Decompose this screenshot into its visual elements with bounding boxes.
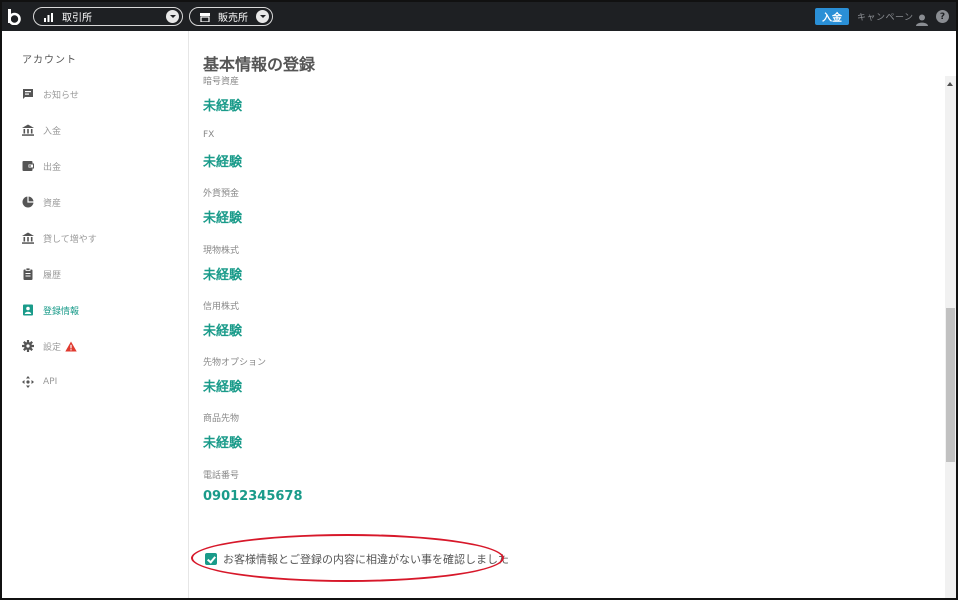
wallet-icon [22, 160, 34, 172]
chevron-down-icon [166, 10, 179, 23]
field-value-phone: 09012345678 [203, 489, 303, 504]
exchange-label: 取引所 [62, 13, 92, 24]
field-label-foreign-deposit: 外貨預金 [203, 189, 240, 199]
sidebar-item-label: 出金 [43, 162, 62, 173]
sidebar-item-label: 設定 [43, 342, 62, 353]
field-value-fx: 未経験 [203, 155, 243, 170]
field-label-spot-stocks: 現物株式 [203, 246, 240, 256]
field-value-crypto: 未経験 [203, 99, 243, 114]
sidebar-item-label: 貸して増やす [43, 234, 97, 245]
exchange-selector[interactable]: 取引所 [33, 7, 183, 26]
campaign-link[interactable]: キャンペーン [857, 10, 914, 23]
user-icon[interactable] [916, 11, 928, 26]
field-value-margin-stocks: 未経験 [203, 324, 243, 339]
sidebar-item-label: 入金 [43, 126, 62, 137]
pie-chart-icon [22, 196, 34, 208]
sidebar-item-assets[interactable]: 資産 [22, 195, 61, 209]
sidebar-item-label: 履歴 [43, 270, 62, 281]
field-value-commodity-futures: 未経験 [203, 436, 243, 451]
sidebar-item-deposit[interactable]: 入金 [22, 123, 61, 137]
field-value-futures-options: 未経験 [203, 380, 243, 395]
main-content: 基本情報の登録 暗号資産 未経験 FX 未経験 外貨預金 未経験 現物株式 未経… [189, 31, 945, 598]
vertical-scrollbar[interactable] [945, 76, 956, 598]
sidebar-item-history[interactable]: 履歴 [22, 267, 61, 281]
field-label-margin-stocks: 信用株式 [203, 302, 240, 312]
sidebar-item-notice[interactable]: お知らせ [22, 87, 79, 101]
field-label-commodity-futures: 商品先物 [203, 414, 240, 424]
bank-icon [22, 232, 34, 244]
sidebar-item-registration-info[interactable]: 登録情報 [22, 303, 79, 317]
id-card-icon [22, 304, 34, 316]
field-value-foreign-deposit: 未経験 [203, 211, 243, 226]
sidebar-item-label: お知らせ [43, 90, 79, 101]
field-value-spot-stocks: 未経験 [203, 268, 243, 283]
bar-chart-icon [44, 12, 56, 22]
scroll-up-arrow-icon[interactable] [947, 82, 953, 86]
sidebar: アカウント お知らせ 入金 出金 資産 貸して増やす 履歴 登録情報 設定 AP… [2, 31, 189, 598]
field-label-phone: 電話番号 [203, 471, 240, 481]
page-title: 基本情報の登録 [203, 55, 316, 74]
api-icon [22, 376, 34, 388]
sidebar-item-settings[interactable]: 設定 [22, 339, 77, 353]
gear-icon [22, 340, 34, 352]
sidebar-title: アカウント [22, 55, 77, 66]
top-navigation-bar: 取引所 販売所 入金 キャンペーン ? [2, 2, 956, 31]
sidebar-item-withdraw[interactable]: 出金 [22, 159, 61, 173]
bank-icon [22, 124, 34, 136]
sidebar-item-api[interactable]: API [22, 375, 57, 389]
field-label-fx: FX [203, 130, 215, 140]
deposit-button[interactable]: 入金 [815, 8, 849, 25]
scrollbar-thumb[interactable] [946, 308, 955, 462]
app-logo-icon[interactable] [7, 8, 21, 25]
warning-icon [65, 341, 77, 352]
clipboard-icon [22, 267, 34, 280]
chevron-down-icon [256, 10, 269, 23]
store-label: 販売所 [218, 13, 248, 24]
field-label-futures-options: 先物オプション [203, 358, 267, 368]
store-icon [200, 12, 212, 22]
highlight-annotation-oval [191, 534, 504, 582]
app-window: 取引所 販売所 入金 キャンペーン ? アカウント お知らせ 入金 出金 資産 … [0, 0, 958, 600]
sidebar-item-label: API [43, 377, 58, 387]
help-icon[interactable]: ? [936, 10, 949, 23]
sidebar-item-label: 資産 [43, 198, 62, 209]
sidebar-item-lending[interactable]: 貸して増やす [22, 231, 97, 245]
sidebar-item-label: 登録情報 [43, 306, 80, 317]
notice-icon [22, 88, 34, 100]
store-selector[interactable]: 販売所 [189, 7, 273, 26]
field-label-crypto: 暗号資産 [203, 77, 240, 87]
